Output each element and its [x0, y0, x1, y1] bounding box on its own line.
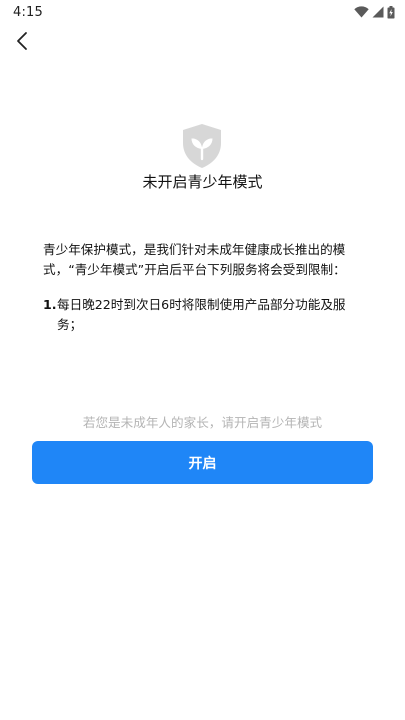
rule-text: 每日晚22时到次日6时将限制使用产品部分功能及服 务； [57, 295, 363, 335]
rule-text-line: 务； [57, 317, 83, 332]
description-line: 青少年保护模式，是我们针对未成年健康成长推出的模 [43, 242, 346, 257]
chevron-left-icon [17, 32, 27, 50]
teen-mode-description: 青少年保护模式，是我们针对未成年健康成长推出的模 式，“青少年模式”开启后平台下… [43, 240, 363, 280]
back-button[interactable] [8, 27, 36, 55]
restriction-rule-item: 1. 每日晚22时到次日6时将限制使用产品部分功能及服 务； [43, 295, 363, 335]
status-icons [354, 5, 395, 19]
wifi-icon [354, 6, 369, 18]
page-title: 未开启青少年模式 [142, 173, 263, 191]
rule-text-line: 每日晚22时到次日6时将限制使用产品部分功能及服 [57, 297, 346, 312]
open-teen-mode-button[interactable]: 开启 [32, 441, 373, 484]
rule-number: 1. [43, 297, 57, 312]
bottom-safe-area [0, 710, 405, 720]
battery-charging-icon [387, 5, 395, 19]
parent-hint-text: 若您是未成年人的家长，请开启青少年模式 [82, 415, 323, 430]
shield-leaf-icon [181, 123, 223, 169]
signal-icon [372, 6, 384, 18]
teen-mode-screen: 4:15 未开启青少年模式 青少年保护模式，是我们针对未成年健康成长推出的模 式… [0, 0, 405, 720]
description-line: 式，“青少年模式”开启后平台下列服务将会受到限制： [43, 262, 346, 277]
status-bar: 4:15 [0, 0, 405, 24]
status-time: 4:15 [13, 4, 43, 20]
